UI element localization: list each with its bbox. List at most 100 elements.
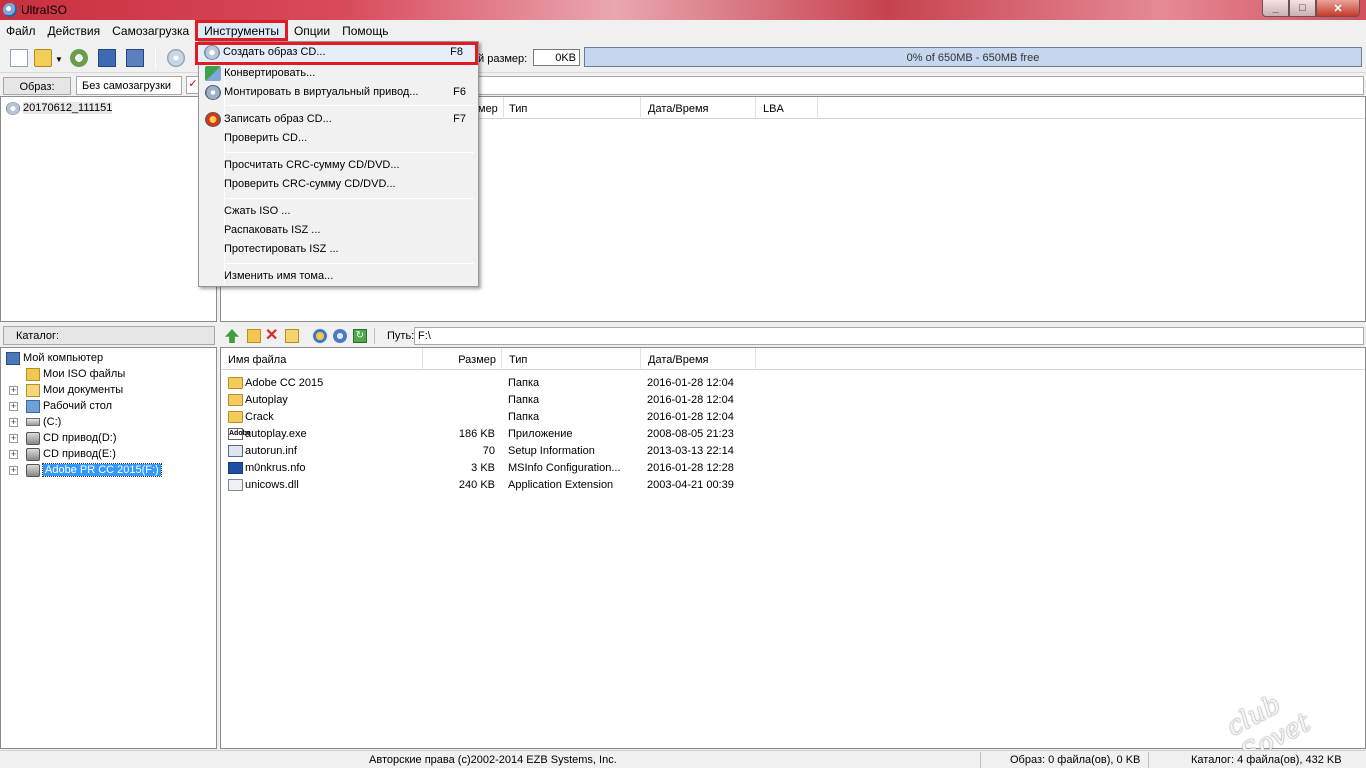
expand-icon[interactable]: +	[9, 386, 18, 395]
catalog-toolbar: ✕ ↻ Путь: F:\	[220, 325, 1366, 347]
column-type[interactable]: Тип	[502, 348, 641, 370]
menu-item-rename-volume[interactable]: Изменить имя тома...	[201, 267, 476, 286]
table-row[interactable]: Crack Папка 2016-01-28 12:04	[221, 409, 1365, 426]
iso-path-field[interactable]	[478, 76, 1364, 95]
file-size: 186 KB	[458, 428, 495, 440]
file-type: Папка	[508, 411, 540, 423]
open-dropdown-arrow-icon[interactable]: ▼	[55, 55, 63, 64]
column-filename[interactable]: Имя файла	[221, 348, 423, 370]
save-as-icon[interactable]	[126, 49, 144, 67]
file-type: MSInfo Configuration...	[508, 462, 621, 474]
column-size[interactable]: Размер	[423, 348, 502, 370]
drive-icon	[26, 418, 40, 426]
menu-item-decompress-isz[interactable]: Распаковать ISZ ...	[201, 221, 476, 240]
adobe-exe-icon: Adobe	[228, 428, 251, 440]
gear-icon[interactable]	[333, 329, 347, 343]
catalog-tree-panel: Мой компьютер Мои ISO файлы + Мои докуме…	[0, 347, 217, 749]
expand-icon[interactable]: +	[9, 450, 18, 459]
expand-icon[interactable]: +	[9, 402, 18, 411]
refresh-icon[interactable]: ↻	[353, 329, 367, 343]
menu-separator	[226, 198, 474, 199]
new-icon[interactable]	[10, 49, 28, 67]
table-row[interactable]: unicows.dll 240 KB Application Extension…	[221, 477, 1365, 494]
column-datetime[interactable]: Дата/Время	[641, 97, 756, 119]
menu-item-label: Изменить имя тома...	[224, 270, 334, 282]
column-lba[interactable]: LBA	[756, 97, 818, 119]
menu-item-shortcut: F8	[450, 46, 463, 58]
tree-item-drive-f[interactable]: Adobe PR CC 2015(F:)	[26, 462, 162, 478]
menu-item-verify-cd[interactable]: Проверить CD...	[201, 129, 476, 148]
menu-item-label: Создать образ CD...	[223, 46, 326, 58]
window-title: UltraISO	[21, 3, 68, 17]
open-icon[interactable]	[34, 49, 52, 67]
delete-icon[interactable]: ✕	[265, 328, 279, 344]
save-icon[interactable]	[98, 49, 116, 67]
menu-item-burn-cd-image[interactable]: Записать образ CD... F7	[201, 110, 476, 129]
catalog-info-text: Каталог: 4 файла(ов), 432 KB	[1191, 754, 1342, 766]
file-name: autorun.inf	[245, 445, 297, 457]
expand-icon[interactable]: +	[9, 434, 18, 443]
column-type[interactable]: Тип	[502, 97, 641, 119]
add-icon[interactable]	[285, 329, 299, 343]
column-datetime[interactable]: Дата/Время	[641, 348, 756, 370]
menu-file[interactable]: Файл	[0, 20, 42, 41]
new-folder-icon[interactable]	[247, 329, 261, 343]
menu-item-label: Просчитать CRC-сумму CD/DVD...	[224, 159, 400, 171]
tree-item-iso-files[interactable]: Мои ISO файлы	[26, 366, 125, 382]
table-row[interactable]: m0nkrus.nfo 3 KB MSInfo Configuration...…	[221, 460, 1365, 477]
menu-item-create-cd-image[interactable]: Создать образ CD... F8	[195, 42, 478, 65]
tree-item-desktop[interactable]: Рабочий стол	[26, 398, 112, 414]
table-row[interactable]: Adobe CC 2015 Папка 2016-01-28 12:04	[221, 375, 1365, 392]
menu-separator	[226, 152, 474, 153]
menu-bootable[interactable]: Самозагрузка	[106, 20, 195, 41]
tree-item-cd-drive-d[interactable]: CD привод(D:)	[26, 430, 117, 446]
close-button[interactable]: ✕	[1316, 0, 1360, 17]
total-size-label: й размер:	[478, 53, 528, 65]
catalog-toolbar-separator	[374, 328, 375, 344]
menu-item-label: Распаковать ISZ ...	[224, 224, 321, 236]
tree-item-my-computer[interactable]: Мой компьютер	[6, 350, 103, 366]
iso-tree-panel: 20170612_111151	[0, 96, 217, 322]
iso-tree-root[interactable]: 20170612_111151	[6, 100, 113, 116]
menu-item-convert[interactable]: Конвертировать...	[201, 64, 476, 83]
tree-item-cd-drive-e[interactable]: CD привод(E:)	[26, 446, 116, 462]
menu-actions[interactable]: Действия	[42, 20, 107, 41]
menu-item-mount[interactable]: Монтировать в виртуальный привод... F6	[201, 83, 476, 102]
minimize-button[interactable]: _	[1262, 0, 1289, 17]
path-label: Путь:	[387, 330, 415, 342]
path-input[interactable]: F:\	[414, 327, 1364, 345]
menu-tools[interactable]: Инструменты	[195, 20, 288, 41]
ultraiso-app-icon	[3, 3, 17, 17]
menu-item-label: Конвертировать...	[224, 67, 316, 79]
expand-icon[interactable]: +	[9, 466, 18, 475]
tree-item-label: (C:)	[43, 416, 62, 428]
table-row[interactable]: autorun.inf 70 Setup Information 2013-03…	[221, 443, 1365, 460]
cd-image-icon	[204, 45, 220, 60]
tree-item-my-documents[interactable]: Мои документы	[26, 382, 123, 398]
tree-item-drive-c[interactable]: (C:)	[26, 414, 61, 430]
status-separator	[1148, 752, 1149, 768]
network-icon[interactable]	[313, 329, 327, 343]
menu-help[interactable]: Помощь	[336, 20, 394, 41]
menu-options[interactable]: Опции	[288, 20, 336, 41]
extract-icon[interactable]	[70, 49, 88, 67]
file-size: 3 KB	[471, 462, 495, 474]
menu-item-compress-iso[interactable]: Сжать ISO ...	[201, 202, 476, 221]
menu-item-check-crc[interactable]: Проверить CRC-сумму CD/DVD...	[201, 175, 476, 194]
expand-icon[interactable]: +	[9, 418, 18, 427]
status-bar: Авторские права (c)2002-2014 EZB Systems…	[0, 750, 1366, 768]
menu-item-calc-crc[interactable]: Просчитать CRC-сумму CD/DVD...	[201, 156, 476, 175]
file-date: 2016-01-28 12:04	[647, 411, 734, 423]
cd-icon[interactable]	[167, 49, 185, 67]
file-type: Папка	[508, 377, 540, 389]
copyright-text: Авторские права (c)2002-2014 EZB Systems…	[369, 754, 617, 766]
menu-item-test-isz[interactable]: Протестировать ISZ ...	[201, 240, 476, 259]
catalog-files-panel: Имя файла Размер Тип Дата/Время Adobe CC…	[220, 347, 1366, 749]
up-folder-icon[interactable]	[225, 329, 239, 343]
menu-item-label: Монтировать в виртуальный привод...	[224, 86, 419, 98]
documents-icon	[26, 383, 40, 397]
boot-status-field[interactable]: Без самозагрузки	[76, 76, 182, 95]
table-row[interactable]: Adobe autoplay.exe 186 KB Приложение 200…	[221, 426, 1365, 443]
maximize-button[interactable]: □	[1289, 0, 1316, 17]
table-row[interactable]: Autoplay Папка 2016-01-28 12:04	[221, 392, 1365, 409]
